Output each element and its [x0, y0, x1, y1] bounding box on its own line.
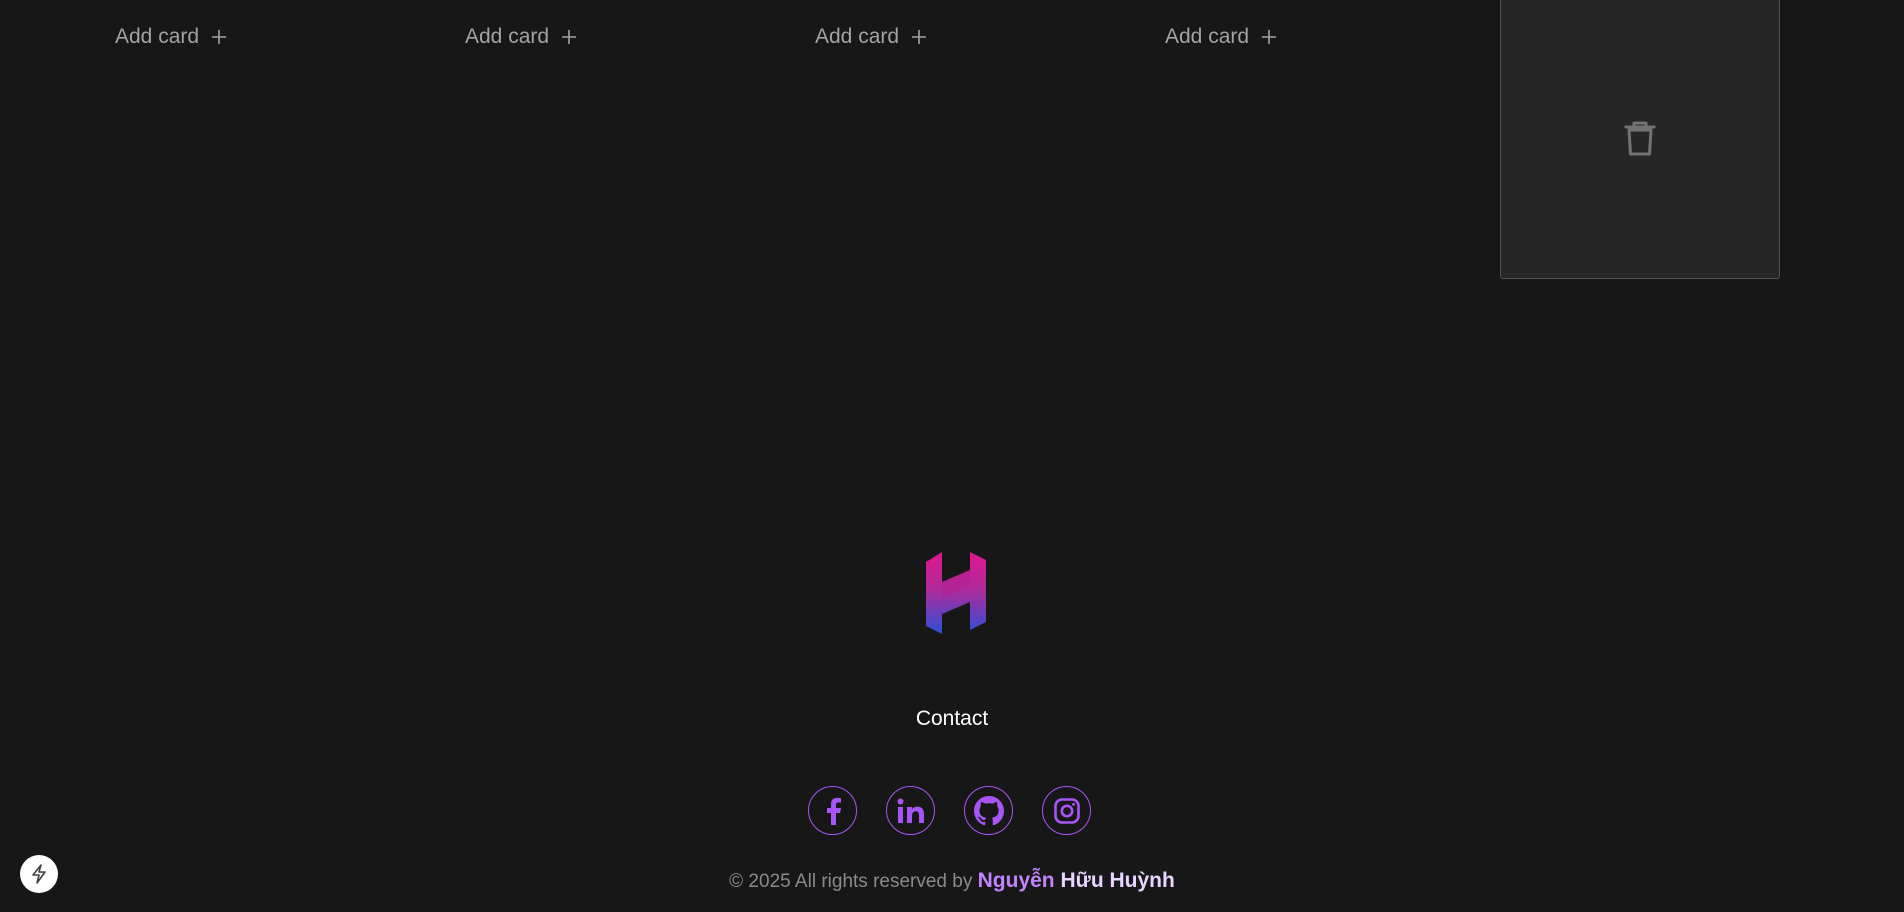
- add-card-label: Add card: [115, 25, 200, 48]
- github-link[interactable]: [964, 786, 1013, 835]
- kanban-page: Add card Add card Add card Add card Cont…: [0, 0, 1904, 912]
- author-first-name: Nguyễn: [977, 869, 1055, 892]
- add-card-button[interactable]: Add card: [115, 22, 227, 52]
- github-icon: [973, 795, 1004, 825]
- add-card-button[interactable]: Add card: [1165, 22, 1277, 52]
- add-card-label: Add card: [815, 25, 900, 48]
- linkedin-link[interactable]: [886, 786, 935, 835]
- bolt-icon: [32, 864, 46, 884]
- contact-heading: Contact: [915, 707, 989, 730]
- brand-logo: [926, 552, 986, 634]
- trash-icon: [1624, 121, 1656, 156]
- copyright-prefix: © 2025 All rights reserved by: [729, 871, 978, 892]
- plus-icon: [562, 30, 577, 44]
- author-name: Nguyễn Hữu Huỳnh: [978, 869, 1175, 892]
- add-card-button[interactable]: Add card: [465, 22, 577, 52]
- linkedin-icon: [897, 798, 924, 823]
- add-card-label: Add card: [465, 25, 550, 48]
- trash-drop-zone[interactable]: [1500, 0, 1780, 279]
- plus-icon: [212, 30, 227, 44]
- copyright-text: © 2025 All rights reserved by Nguyễn Hữu…: [0, 869, 1904, 893]
- dev-tools-button[interactable]: [20, 855, 58, 893]
- add-card-label: Add card: [1165, 25, 1250, 48]
- facebook-link[interactable]: [808, 786, 857, 835]
- instagram-icon: [1053, 797, 1080, 824]
- add-card-button[interactable]: Add card: [815, 22, 927, 52]
- facebook-icon: [826, 797, 841, 825]
- plus-icon: [1262, 30, 1277, 44]
- instagram-link[interactable]: [1042, 786, 1091, 835]
- social-links: [808, 786, 1091, 835]
- plus-icon: [912, 30, 927, 44]
- author-last-name: Hữu Huỳnh: [1054, 869, 1175, 892]
